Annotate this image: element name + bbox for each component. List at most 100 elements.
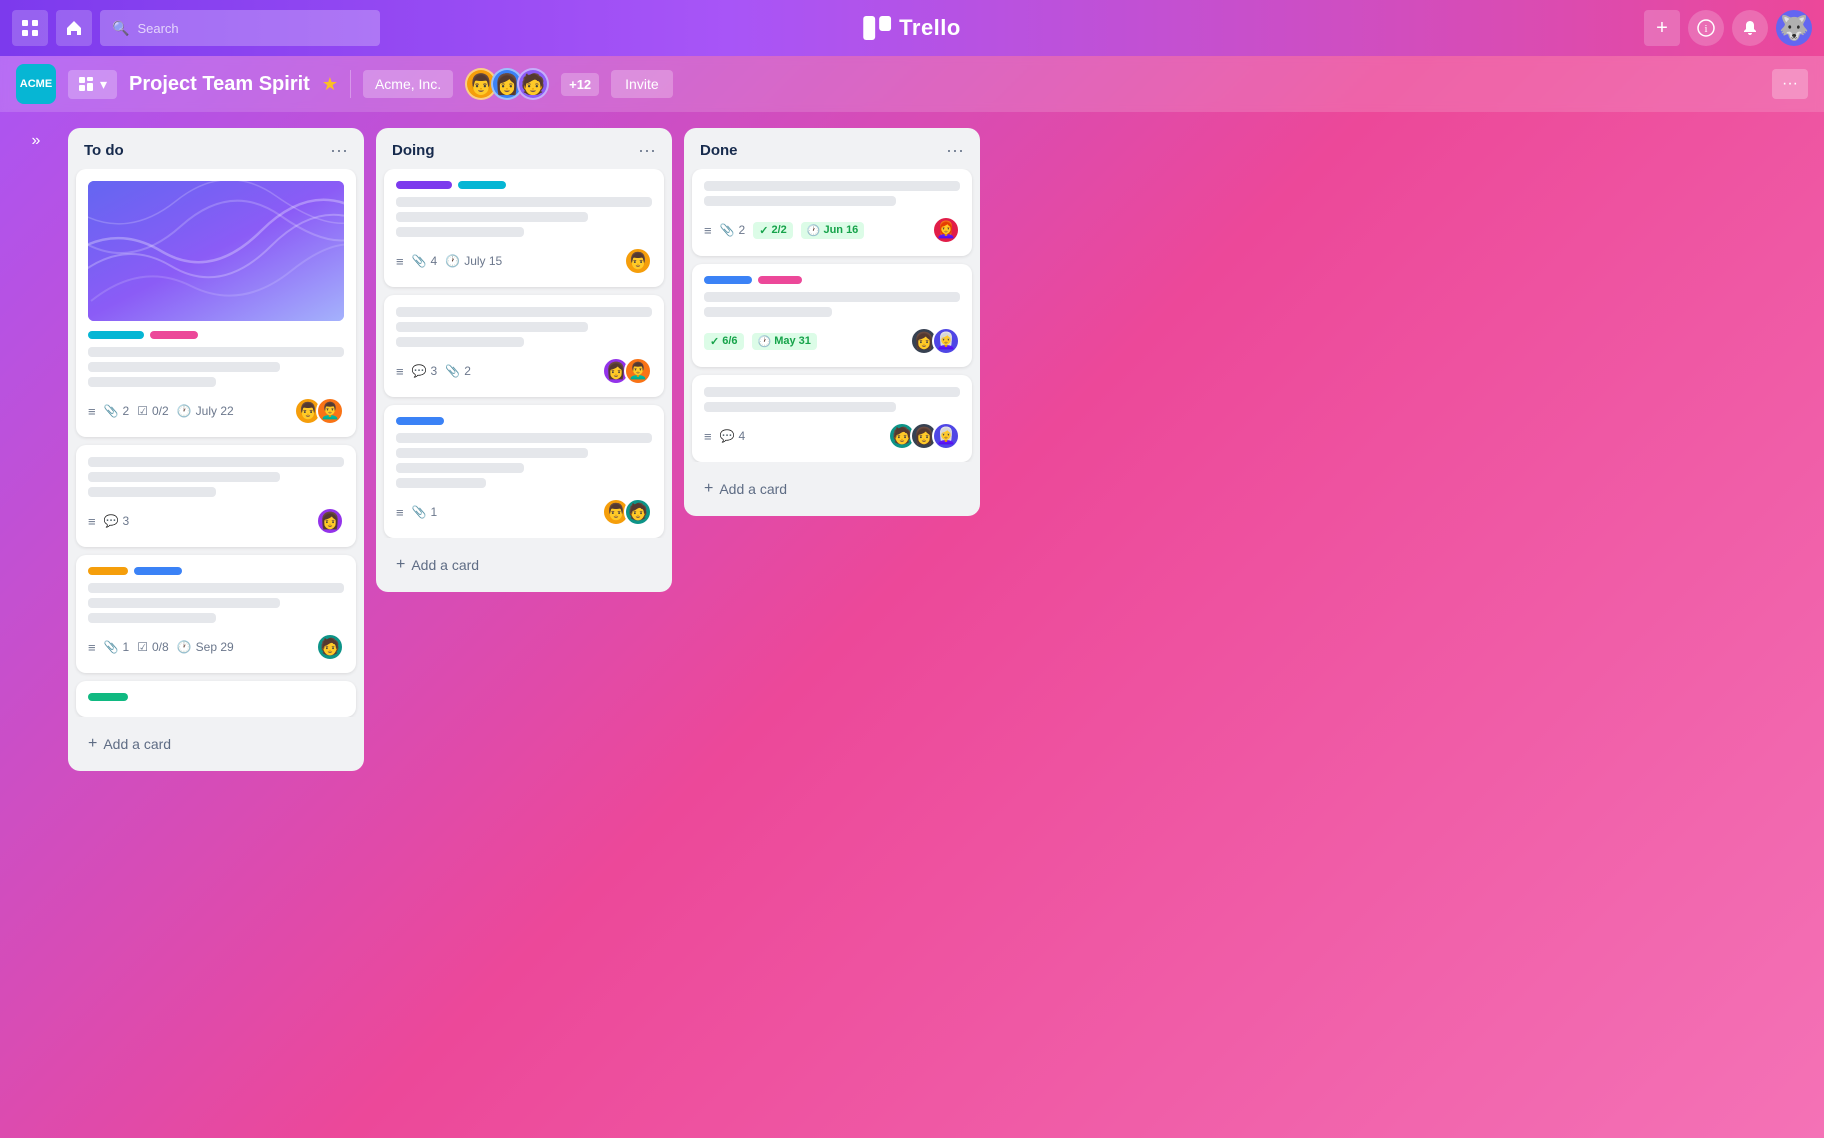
add-card-label: Add a card [719, 481, 787, 497]
checklist-icon: ☑ [137, 640, 148, 654]
paperclip-icon: 📎 [104, 640, 119, 654]
list-done-header: Done ··· [684, 128, 980, 169]
list-doing-more-button[interactable]: ··· [638, 140, 656, 161]
app-name: Trello [899, 15, 961, 41]
date-badge: 🕐 May 31 [752, 333, 817, 350]
plus-icon: + [88, 735, 97, 753]
text-line [396, 307, 652, 317]
workspace-name-button[interactable]: Acme, Inc. [363, 70, 453, 98]
text-line [396, 433, 652, 443]
card-doing-2[interactable]: ≡ 💬 3 📎 2 👩 👨‍🦱 [384, 295, 664, 397]
clock-icon: 🕐 [177, 404, 192, 418]
card-avatar-1[interactable]: 👨 [624, 247, 652, 275]
list-todo-more-button[interactable]: ··· [330, 140, 348, 161]
workspace-logo: ACME [16, 64, 56, 104]
description-icon: ≡ [704, 223, 712, 238]
list-done-cards: ≡ 📎 2 ✓ 2/2 🕐 Jun 16 � [684, 169, 980, 462]
checkmark-icon: ✓ [710, 335, 719, 348]
card-avatar-1[interactable]: 👩 [316, 507, 344, 535]
text-line [88, 377, 216, 387]
info-button[interactable]: i [1688, 10, 1724, 46]
clock-icon: 🕐 [177, 640, 192, 654]
tag-cyan [88, 331, 144, 339]
card-footer: ≡ 💬 4 🧑 👩 👩‍🦳 [704, 422, 960, 450]
due-date: 🕐 July 15 [445, 254, 502, 268]
grid-menu-button[interactable] [12, 10, 48, 46]
card-avatar-2[interactable]: 👨‍🦱 [316, 397, 344, 425]
card-doing-3[interactable]: ≡ 📎 1 👨 🧑 [384, 405, 664, 538]
card-avatar-2[interactable]: 🧑 [624, 498, 652, 526]
card-avatar-group: 🧑 [316, 633, 344, 661]
board-content: » To do ··· [0, 112, 1824, 1138]
card-footer: ≡ 📎 1 ☑ 0/8 🕐 Sep 29 � [88, 633, 344, 661]
text-line [88, 362, 280, 372]
attachment-count: 📎 2 [104, 404, 130, 418]
top-nav: 🔍 Search Trello + i 🐺 [0, 0, 1824, 56]
member-avatar-3[interactable]: 🧑 [517, 68, 549, 100]
card-todo-2[interactable]: ≡ 💬 3 👩 [76, 445, 356, 547]
card-avatar-2[interactable]: 👩‍🦳 [932, 327, 960, 355]
card-avatar-group: 👨 🧑 [602, 498, 652, 526]
comment-count: 💬 3 [412, 364, 438, 378]
board-type-button[interactable]: ▾ [68, 70, 117, 99]
attachment-count: 📎 4 [412, 254, 438, 268]
tag-cyan [458, 181, 506, 189]
card-footer: ≡ 📎 1 👨 🧑 [396, 498, 652, 526]
card-avatar-group: 👩 [316, 507, 344, 535]
card-doing-1[interactable]: ≡ 📎 4 🕐 July 15 👨 [384, 169, 664, 287]
avatar-icon: 🐺 [1779, 14, 1809, 43]
tag-blue [704, 276, 752, 284]
user-avatar[interactable]: 🐺 [1776, 10, 1812, 46]
clock-icon: 🕐 [807, 224, 821, 237]
card-text [396, 307, 652, 347]
add-card-label: Add a card [103, 736, 171, 752]
text-line [704, 387, 960, 397]
board-more-button[interactable]: ··· [1772, 69, 1808, 99]
comment-icon: 💬 [412, 364, 427, 378]
card-done-2[interactable]: ✓ 6/6 🕐 May 31 👩 👩‍🦳 [692, 264, 972, 367]
card-text [88, 347, 344, 387]
search-bar[interactable]: 🔍 Search [100, 10, 380, 46]
invite-button[interactable]: Invite [611, 70, 672, 98]
star-button[interactable]: ★ [322, 74, 338, 95]
add-card-doing-button[interactable]: + Add a card [384, 546, 664, 584]
add-button[interactable]: + [1644, 10, 1680, 46]
text-line [396, 448, 588, 458]
description-icon: ≡ [88, 514, 96, 529]
list-doing-cards: ≡ 📎 4 🕐 July 15 👨 [376, 169, 672, 538]
card-avatar-1[interactable]: 👩‍🦰 [932, 216, 960, 244]
card-todo-3[interactable]: ≡ 📎 1 ☑ 0/8 🕐 Sep 29 � [76, 555, 356, 673]
tag-yellow [88, 567, 128, 575]
card-footer: ≡ 💬 3 👩 [88, 507, 344, 535]
card-done-3[interactable]: ≡ 💬 4 🧑 👩 👩‍🦳 [692, 375, 972, 462]
comment-count: 💬 3 [104, 514, 130, 528]
member-count-badge[interactable]: +12 [561, 73, 599, 96]
clock-icon: 🕐 [445, 254, 460, 268]
card-avatar-2[interactable]: 👨‍🦱 [624, 357, 652, 385]
nav-right-actions: + i 🐺 [1644, 10, 1812, 46]
card-text [704, 181, 960, 206]
card-footer: ✓ 6/6 🕐 May 31 👩 👩‍🦳 [704, 327, 960, 355]
card-done-1[interactable]: ≡ 📎 2 ✓ 2/2 🕐 Jun 16 � [692, 169, 972, 256]
text-line [88, 347, 344, 357]
text-line [396, 212, 588, 222]
card-avatar-group: 👩‍🦰 [932, 216, 960, 244]
comment-count: 💬 4 [720, 429, 746, 443]
comment-icon: 💬 [720, 429, 735, 443]
card-avatar-3[interactable]: 👩‍🦳 [932, 422, 960, 450]
checklist-icon: ☑ [137, 404, 148, 418]
card-todo-1[interactable]: ≡ 📎 2 ☑ 0/2 🕐 July 22 [76, 169, 356, 437]
card-todo-4[interactable] [76, 681, 356, 717]
notification-bell-button[interactable] [1732, 10, 1768, 46]
text-line [396, 197, 652, 207]
card-avatar-group: 👩 👩‍🦳 [910, 327, 960, 355]
description-icon: ≡ [396, 505, 404, 520]
card-avatar-1[interactable]: 🧑 [316, 633, 344, 661]
add-card-todo-button[interactable]: + Add a card [76, 725, 356, 763]
home-button[interactable] [56, 10, 92, 46]
plus-icon: + [396, 556, 405, 574]
sidebar-collapse-button[interactable]: » [16, 128, 56, 150]
list-done-more-button[interactable]: ··· [946, 140, 964, 161]
add-card-done-button[interactable]: + Add a card [692, 470, 972, 508]
invite-label: Invite [625, 76, 658, 92]
